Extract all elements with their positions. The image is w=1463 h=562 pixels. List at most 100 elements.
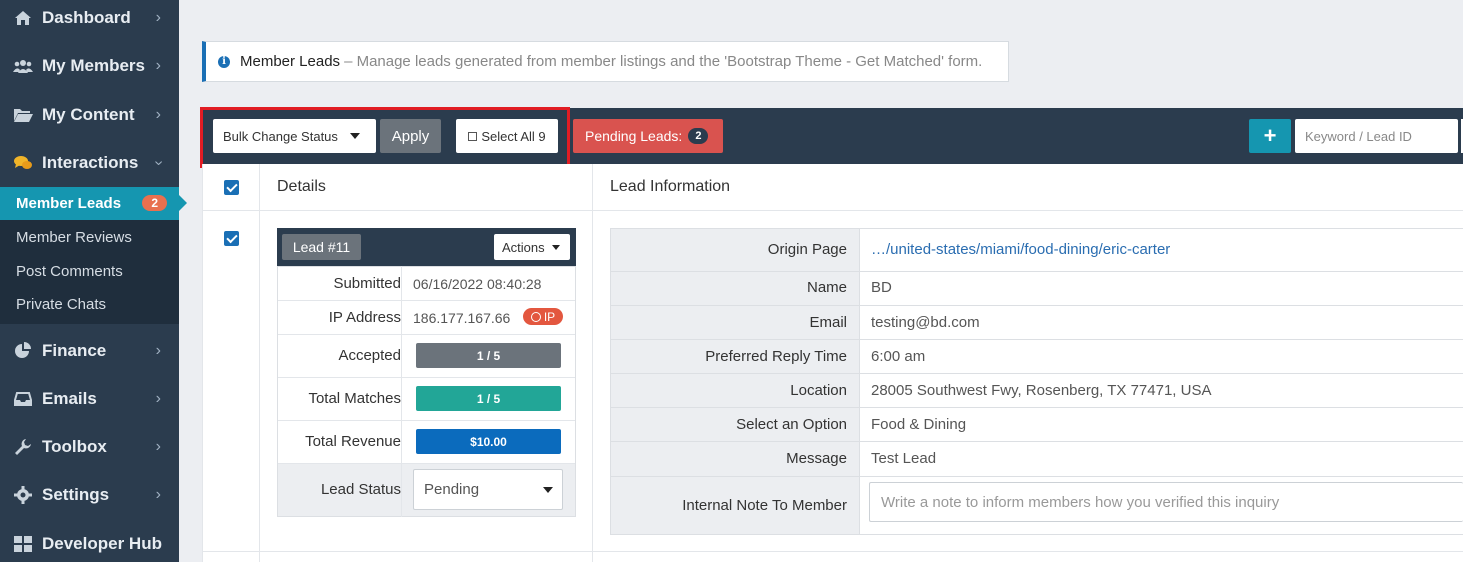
block-ip-button[interactable]: IP — [523, 308, 563, 325]
add-lead-button[interactable]: + — [1249, 119, 1291, 153]
row-divider — [611, 339, 1463, 340]
sidebar: Dashboard › My Members › My Content › In… — [0, 0, 187, 562]
submitted-label: Submitted — [333, 275, 401, 292]
row-divider — [611, 305, 1463, 306]
chevron-right-icon: › — [155, 438, 161, 455]
sub-member-reviews[interactable]: Member Reviews — [0, 221, 179, 254]
select-option-label: Select an Option — [736, 416, 847, 433]
chevron-right-icon: › — [155, 486, 161, 503]
sub-post-comments-label: Post Comments — [16, 263, 123, 280]
ban-icon — [530, 311, 541, 322]
wrench-icon — [12, 438, 34, 456]
accepted-bar: 1 / 5 — [416, 343, 561, 368]
nav-finance-label: Finance — [42, 341, 107, 360]
page-title: Member Leads — [240, 53, 341, 70]
lead-status-label: Lead Status — [320, 481, 401, 498]
chevron-right-icon: › — [155, 342, 161, 359]
nav-settings[interactable]: Settings › — [0, 471, 179, 519]
sub-member-leads[interactable]: Member Leads 2 — [0, 187, 187, 220]
email-value: testing@bd.com — [871, 314, 980, 331]
interactions-submenu: Member Leads 2 Member Reviews Post Comme… — [0, 187, 187, 324]
nav-developer-hub-label: Developer Hub — [42, 534, 162, 553]
internal-note-label: Internal Note To Member — [682, 497, 847, 514]
row-divider — [611, 271, 1463, 272]
pending-leads-label: Pending Leads: — [585, 128, 683, 144]
nav-developer-hub[interactable]: Developer Hub — [0, 520, 179, 562]
name-value: BD — [871, 279, 892, 296]
sub-post-comments[interactable]: Post Comments — [0, 255, 179, 288]
total-matches-bar: 1 / 5 — [416, 386, 561, 411]
table-header — [202, 164, 1463, 211]
message-label: Message — [786, 450, 847, 467]
chevron-right-icon: › — [155, 390, 161, 407]
folder-icon — [12, 106, 34, 124]
row-checkbox[interactable] — [224, 231, 239, 246]
nav-toolbox[interactable]: Toolbox › — [0, 423, 179, 471]
page-description: – Manage leads generated from member lis… — [344, 53, 983, 70]
nav-emails-label: Emails — [42, 389, 97, 408]
total-matches-label: Total Matches — [308, 390, 401, 407]
internal-note-input[interactable] — [869, 482, 1463, 522]
nav-emails[interactable]: Emails › — [0, 375, 179, 423]
total-revenue-label: Total Revenue — [305, 433, 401, 450]
block-ip-label: IP — [543, 309, 556, 324]
row-divider — [202, 551, 1463, 552]
column-divider — [259, 164, 260, 562]
inbox-icon — [12, 390, 34, 408]
nav-settings-label: Settings — [42, 485, 110, 504]
sub-private-chats-label: Private Chats — [16, 296, 107, 313]
caret-down-icon — [552, 245, 560, 250]
total-revenue-bar: $10.00 — [416, 429, 561, 454]
home-icon — [12, 9, 34, 27]
pending-leads-button[interactable]: Pending Leads: 2 — [573, 119, 723, 153]
preferred-reply-time-label: Preferred Reply Time — [705, 348, 847, 365]
lead-status-value: Pending — [424, 481, 480, 498]
nav-toolbox-label: Toolbox — [42, 437, 107, 456]
pie-chart-icon — [12, 342, 34, 360]
highlight-frame — [200, 107, 570, 168]
sub-member-reviews-label: Member Reviews — [16, 229, 132, 246]
message-value: Test Lead — [871, 450, 937, 467]
nav-interactions[interactable]: Interactions › — [0, 139, 179, 187]
nav-dashboard[interactable]: Dashboard › — [0, 0, 179, 42]
ip-address-value: 186.177.167.66 — [413, 310, 511, 326]
nav-finance[interactable]: Finance › — [0, 327, 179, 375]
nav-my-content[interactable]: My Content › — [0, 91, 179, 139]
ip-address-label: IP Address — [328, 309, 401, 326]
lead-status-select[interactable]: Pending — [413, 469, 563, 510]
lead-info-column-header: Lead Information — [610, 178, 731, 195]
row-divider — [611, 373, 1463, 374]
chevron-right-icon: › — [155, 57, 161, 74]
sub-member-leads-label: Member Leads — [16, 195, 122, 212]
location-value: 28005 Southwest Fwy, Rosenberg, TX 77471… — [871, 382, 1212, 399]
name-label: Name — [806, 279, 847, 296]
search-input[interactable] — [1295, 119, 1458, 153]
column-divider — [592, 164, 593, 562]
chevron-right-icon: › — [155, 106, 161, 123]
nav-my-members[interactable]: My Members › — [0, 42, 179, 90]
chevron-down-icon: › — [150, 160, 168, 166]
select-all-checkbox[interactable] — [224, 180, 239, 195]
leads-count-badge: 2 — [142, 195, 167, 211]
location-label: Location — [790, 382, 847, 399]
sub-private-chats[interactable]: Private Chats — [0, 288, 179, 321]
info-icon: i — [218, 55, 230, 68]
grid-icon — [12, 535, 34, 553]
actions-dropdown-button[interactable]: Actions — [494, 234, 570, 260]
nav-my-members-label: My Members — [42, 56, 145, 75]
chevron-right-icon: › — [155, 9, 161, 26]
row-divider — [611, 441, 1463, 442]
caret-down-icon — [543, 487, 553, 493]
select-option-value: Food & Dining — [871, 416, 967, 433]
page-info-banner: i Member Leads – Manage leads generated … — [202, 41, 1009, 82]
preferred-reply-time-value: 6:00 am — [871, 348, 926, 365]
lead-id-tag: Lead #11 — [282, 234, 361, 260]
label-column-divider — [859, 229, 860, 534]
nav-dashboard-label: Dashboard — [42, 8, 131, 27]
pending-count-badge: 2 — [688, 128, 709, 144]
submitted-value: 06/16/2022 08:40:28 — [413, 276, 542, 292]
details-column-header: Details — [277, 178, 326, 195]
row-divider — [611, 476, 1463, 477]
origin-page-link[interactable]: …/united-states/miami/food-dining/eric-c… — [871, 241, 1170, 258]
users-icon — [12, 57, 34, 75]
